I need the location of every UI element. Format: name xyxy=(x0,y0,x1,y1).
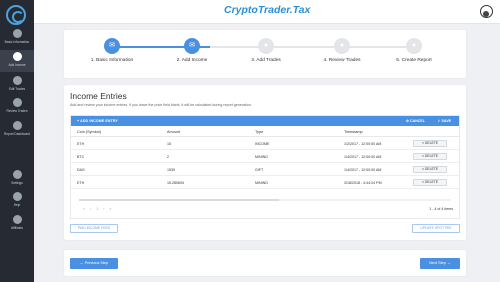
logo-icon[interactable] xyxy=(6,5,26,25)
sidebar-item-affiliates[interactable]: Affiliates xyxy=(0,215,34,235)
help-icon xyxy=(12,192,22,201)
sidebar-item-settings[interactable]: Settings xyxy=(0,170,34,190)
progress-stepper: ✉ 1. Basic Information ✉ 2. Add Income ●… xyxy=(64,30,466,78)
report-icon xyxy=(12,121,22,130)
delete-button[interactable]: × DELETE xyxy=(413,179,447,186)
column-header-amount[interactable]: Amount xyxy=(167,130,180,134)
gear-icon xyxy=(12,170,22,179)
income-entries-card: Income Entries Add and review your incom… xyxy=(64,85,466,240)
pagination[interactable]: « ‹ 1 › » xyxy=(83,207,113,211)
layers-icon xyxy=(12,29,22,38)
step-circle-icon: ● xyxy=(258,38,274,54)
step-create-report[interactable]: ● 5. Create Report xyxy=(374,38,454,63)
table-toolbar: + ADD INCOME ENTRY ⊘ CANCEL ✓ SAVE xyxy=(71,116,459,126)
previous-step-button[interactable]: ← Previous Step xyxy=(70,258,118,269)
add-income-entry-button[interactable]: + ADD INCOME ENTRY xyxy=(77,119,118,123)
sidebar-item-add-income[interactable]: Add Income xyxy=(0,50,34,72)
sidebar-item-report-dashboard[interactable]: Report Dashboard xyxy=(0,121,34,141)
sidebar-item-edit-trades[interactable]: Edit Trades xyxy=(0,76,34,96)
column-header-timestamp[interactable]: Timestamp xyxy=(344,130,363,134)
income-table: + ADD INCOME ENTRY ⊘ CANCEL ✓ SAVE Coin … xyxy=(70,115,460,219)
sidebar-item-basic-information[interactable]: Basic Information xyxy=(0,29,34,49)
page-description: Add and review your income entries. If y… xyxy=(70,103,252,107)
review-icon xyxy=(12,98,22,107)
item-count: 1 - 4 of 4 items xyxy=(429,207,453,211)
sidebar: Basic Information Add Income Edit Trades… xyxy=(0,0,34,282)
horizontal-scrollbar[interactable] xyxy=(79,199,451,201)
step-check-icon: ✉ xyxy=(104,38,120,54)
page-title: Income Entries xyxy=(70,91,127,101)
step-navigation: ← Previous Step Next Step → xyxy=(64,250,466,276)
column-header-type[interactable]: Type xyxy=(255,130,263,134)
step-check-icon: ✉ xyxy=(184,38,200,54)
scrollbar-thumb[interactable] xyxy=(79,199,279,201)
column-header-coin[interactable]: Coin (Symbol) xyxy=(77,130,101,134)
table-row[interactable]: DAG 1539 GIFT 1/4/2017 - 12:00:00 AM × D… xyxy=(71,163,459,176)
step-add-income[interactable]: ✉ 2. Add Income xyxy=(152,38,232,63)
table-row[interactable]: ETH 15.280694 MINING 3/18/2018 - 4:44:24… xyxy=(71,176,459,189)
trades-icon xyxy=(12,76,22,85)
step-add-trades[interactable]: ● 3. Add Trades xyxy=(226,38,306,63)
hand-icon xyxy=(12,215,22,224)
sidebar-item-review-trades[interactable]: Review Trades xyxy=(0,98,34,118)
cancel-button[interactable]: ⊘ CANCEL xyxy=(406,119,425,123)
top-header: CryptoTrader.Tax xyxy=(34,0,500,24)
avatar[interactable] xyxy=(480,5,493,18)
delete-button[interactable]: × DELETE xyxy=(413,153,447,160)
brand-logo[interactable]: CryptoTrader.Tax xyxy=(224,4,310,16)
sidebar-item-help[interactable]: Help xyxy=(0,192,34,212)
table-header: Coin (Symbol) Amount Type Timestamp xyxy=(71,126,459,137)
delete-button[interactable]: × DELETE xyxy=(413,166,447,173)
income-icon xyxy=(12,52,22,61)
paid-income-fees-button[interactable]: PAID INCOME FEES xyxy=(70,224,118,233)
next-step-button[interactable]: Next Step → xyxy=(420,258,460,269)
table-row[interactable]: ETH 15 INCOME 1/2/2017 - 12:00:00 AM × D… xyxy=(71,137,459,150)
delete-button[interactable]: × DELETE xyxy=(413,140,447,147)
step-review-trades[interactable]: ● 4. Review Trades xyxy=(302,38,382,63)
step-basic-information[interactable]: ✉ 1. Basic Information xyxy=(72,38,152,63)
save-button[interactable]: ✓ SAVE xyxy=(437,119,451,123)
step-circle-icon: ● xyxy=(334,38,350,54)
update-spot-fee-button[interactable]: UPDATE SPOT FEE xyxy=(412,224,460,233)
table-row[interactable]: BTC 2 MINING 1/4/2017 - 12:00:00 AM × DE… xyxy=(71,150,459,163)
step-circle-icon: ● xyxy=(406,38,422,54)
